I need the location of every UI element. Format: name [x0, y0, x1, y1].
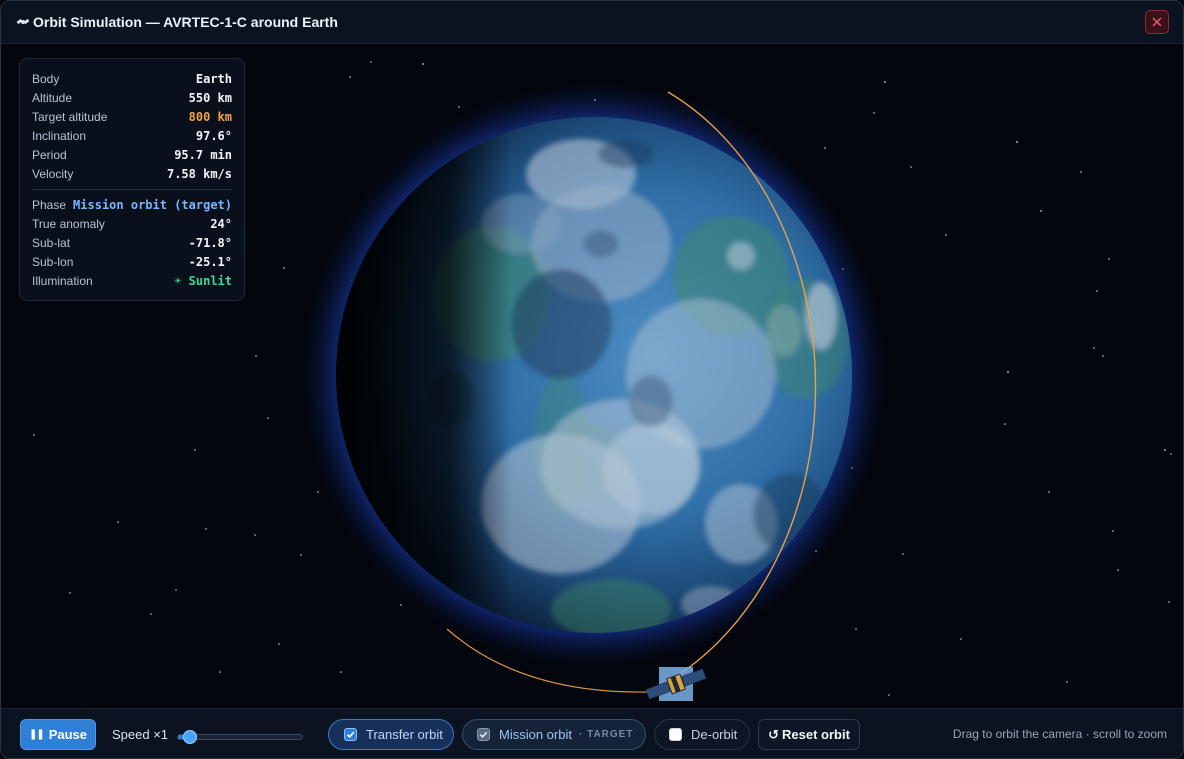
deorbit-checkbox[interactable] — [669, 728, 682, 741]
info-label: Inclination — [32, 128, 87, 143]
close-icon — [1152, 17, 1162, 27]
planet-earth — [302, 83, 886, 667]
info-value: -25.1° — [188, 254, 232, 269]
info-row: Phase Mission orbit (target) — [32, 195, 232, 214]
speed-slider[interactable] — [177, 730, 303, 744]
info-value: 7.58 km/s — [166, 166, 232, 181]
info-label: Phase — [32, 197, 67, 212]
info-label: True anomaly — [32, 216, 105, 231]
info-row: Inclination 97.6° — [32, 126, 232, 145]
info-label: Period — [32, 147, 67, 162]
deorbit-label: De-orbit — [691, 727, 738, 742]
satellite-icon — [15, 14, 31, 30]
deorbit-toggle[interactable]: De-orbit — [654, 719, 750, 750]
mission-target-tag: · TARGET — [578, 729, 634, 740]
info-label: Altitude — [32, 90, 73, 105]
info-label: Body — [32, 71, 60, 86]
info-row: Sub-lon -25.1° — [32, 252, 232, 271]
satellite-marker — [645, 667, 707, 701]
transfer-orbit-label: Transfer orbit — [366, 727, 443, 742]
check-icon — [346, 731, 355, 739]
info-value: 97.6° — [195, 128, 232, 143]
simulation-window: Orbit Simulation — AVRTEC-1-C around Ear… — [0, 0, 1184, 759]
control-bar: ❚❚ Pause Speed ×1 Transfer orbit Mission… — [1, 708, 1183, 758]
info-value: 95.7 min — [174, 147, 232, 162]
info-row: Sub-lat -71.8° — [32, 233, 232, 252]
speed-slider-thumb[interactable] — [183, 730, 198, 744]
info-row: Altitude 550 km — [32, 88, 232, 107]
info-value: 24° — [210, 216, 232, 231]
mission-orbit-label: Mission orbit — [499, 727, 572, 742]
info-value: -71.8° — [188, 235, 232, 250]
info-row: True anomaly 24° — [32, 214, 232, 233]
reset-icon: ↺ — [768, 726, 779, 742]
window-title: Orbit Simulation — AVRTEC-1-C around Ear… — [33, 14, 338, 30]
info-label: Illumination — [32, 273, 93, 288]
reset-orbit-label: Reset orbit — [782, 727, 850, 742]
orbit-info-panel: Body Earth Altitude 550 km Target altitude 80… — [19, 58, 245, 301]
info-value: 800 km — [188, 109, 232, 124]
transfer-orbit-checkbox[interactable] — [344, 728, 357, 741]
info-value: Mission orbit (target) — [73, 197, 232, 212]
close-button[interactable] — [1145, 10, 1169, 34]
info-label: Velocity — [32, 166, 74, 181]
title-bar: Orbit Simulation — AVRTEC-1-C around Ear… — [1, 1, 1183, 44]
reset-orbit-button[interactable]: ↺ Reset orbit — [758, 719, 860, 750]
info-row: Target altitude 800 km — [32, 107, 232, 126]
transfer-orbit-toggle[interactable]: Transfer orbit — [328, 719, 454, 750]
info-row: Body Earth — [32, 69, 232, 88]
mission-orbit-toggle[interactable]: Mission orbit · TARGET — [462, 719, 646, 750]
info-label: Target altitude — [32, 109, 108, 124]
info-value: Earth — [195, 71, 232, 86]
camera-hint: Drag to orbit the camera · scroll to zoo… — [952, 727, 1167, 741]
pause-button[interactable]: ❚❚ Pause — [20, 719, 96, 750]
info-value: ☀ Sunlit — [174, 273, 232, 288]
info-label: Sub-lon — [32, 254, 74, 269]
info-row: Period 95.7 min — [32, 145, 232, 164]
pause-icon: ❚❚ — [28, 729, 45, 740]
info-row: Illumination ☀ Sunlit — [32, 271, 232, 290]
orbit-canvas[interactable]: Body Earth Altitude 550 km Target altitude 80… — [1, 44, 1183, 708]
info-divider — [32, 189, 232, 190]
speed-label: Speed ×1 — [112, 727, 169, 742]
info-value: 550 km — [188, 90, 232, 105]
mission-orbit-checkbox[interactable] — [477, 728, 490, 741]
info-label: Sub-lat — [32, 235, 71, 250]
info-row: Velocity 7.58 km/s — [32, 164, 232, 183]
check-icon — [479, 731, 488, 739]
pause-label: Pause — [48, 727, 88, 742]
